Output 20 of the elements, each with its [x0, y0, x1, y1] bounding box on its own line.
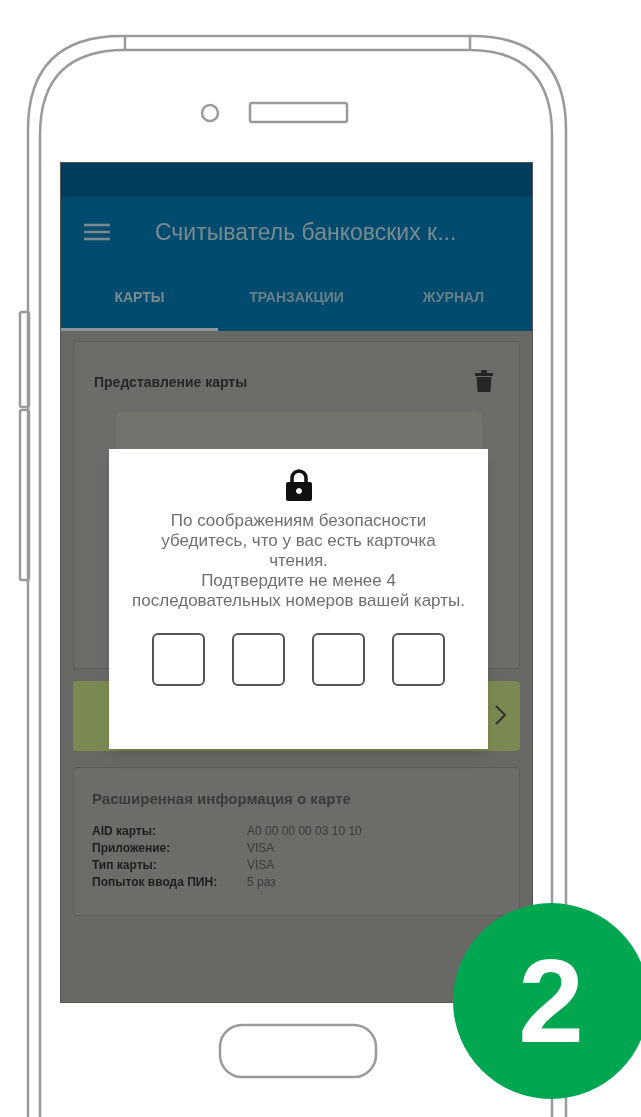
tab[interactable]: ТРАНЗАКЦИИ: [218, 267, 375, 331]
tab[interactable]: КАРТЫ: [61, 267, 218, 331]
chevron-right-icon: [495, 705, 506, 725]
card-view-title: Представление карты: [94, 373, 248, 392]
dialog-message: Подтвердите не менее 4 последовательных номеров вашей карты.: [131, 571, 466, 611]
tab[interactable]: ЖУРНАЛ: [375, 267, 532, 331]
info-label: Тип карты:: [92, 856, 158, 874]
menu-icon[interactable]: [84, 223, 110, 241]
digit-field[interactable]: [392, 633, 445, 686]
app-title: Считыватель банковских к...: [155, 217, 457, 247]
dialog-message: По соображениям безопасности убедитесь, что у вас есть карточка чтения.: [160, 511, 437, 571]
step-badge: 2: [453, 903, 641, 1099]
digit-field[interactable]: [152, 633, 205, 686]
lock-icon: [285, 469, 312, 501]
digit-field[interactable]: [232, 633, 285, 686]
digit-field[interactable]: [312, 633, 365, 686]
trash-icon[interactable]: [475, 370, 493, 392]
info-label: AID карты:: [92, 822, 157, 840]
info-label: Приложение:: [92, 839, 172, 857]
info-label: Попыток ввода ПИН:: [92, 873, 219, 891]
